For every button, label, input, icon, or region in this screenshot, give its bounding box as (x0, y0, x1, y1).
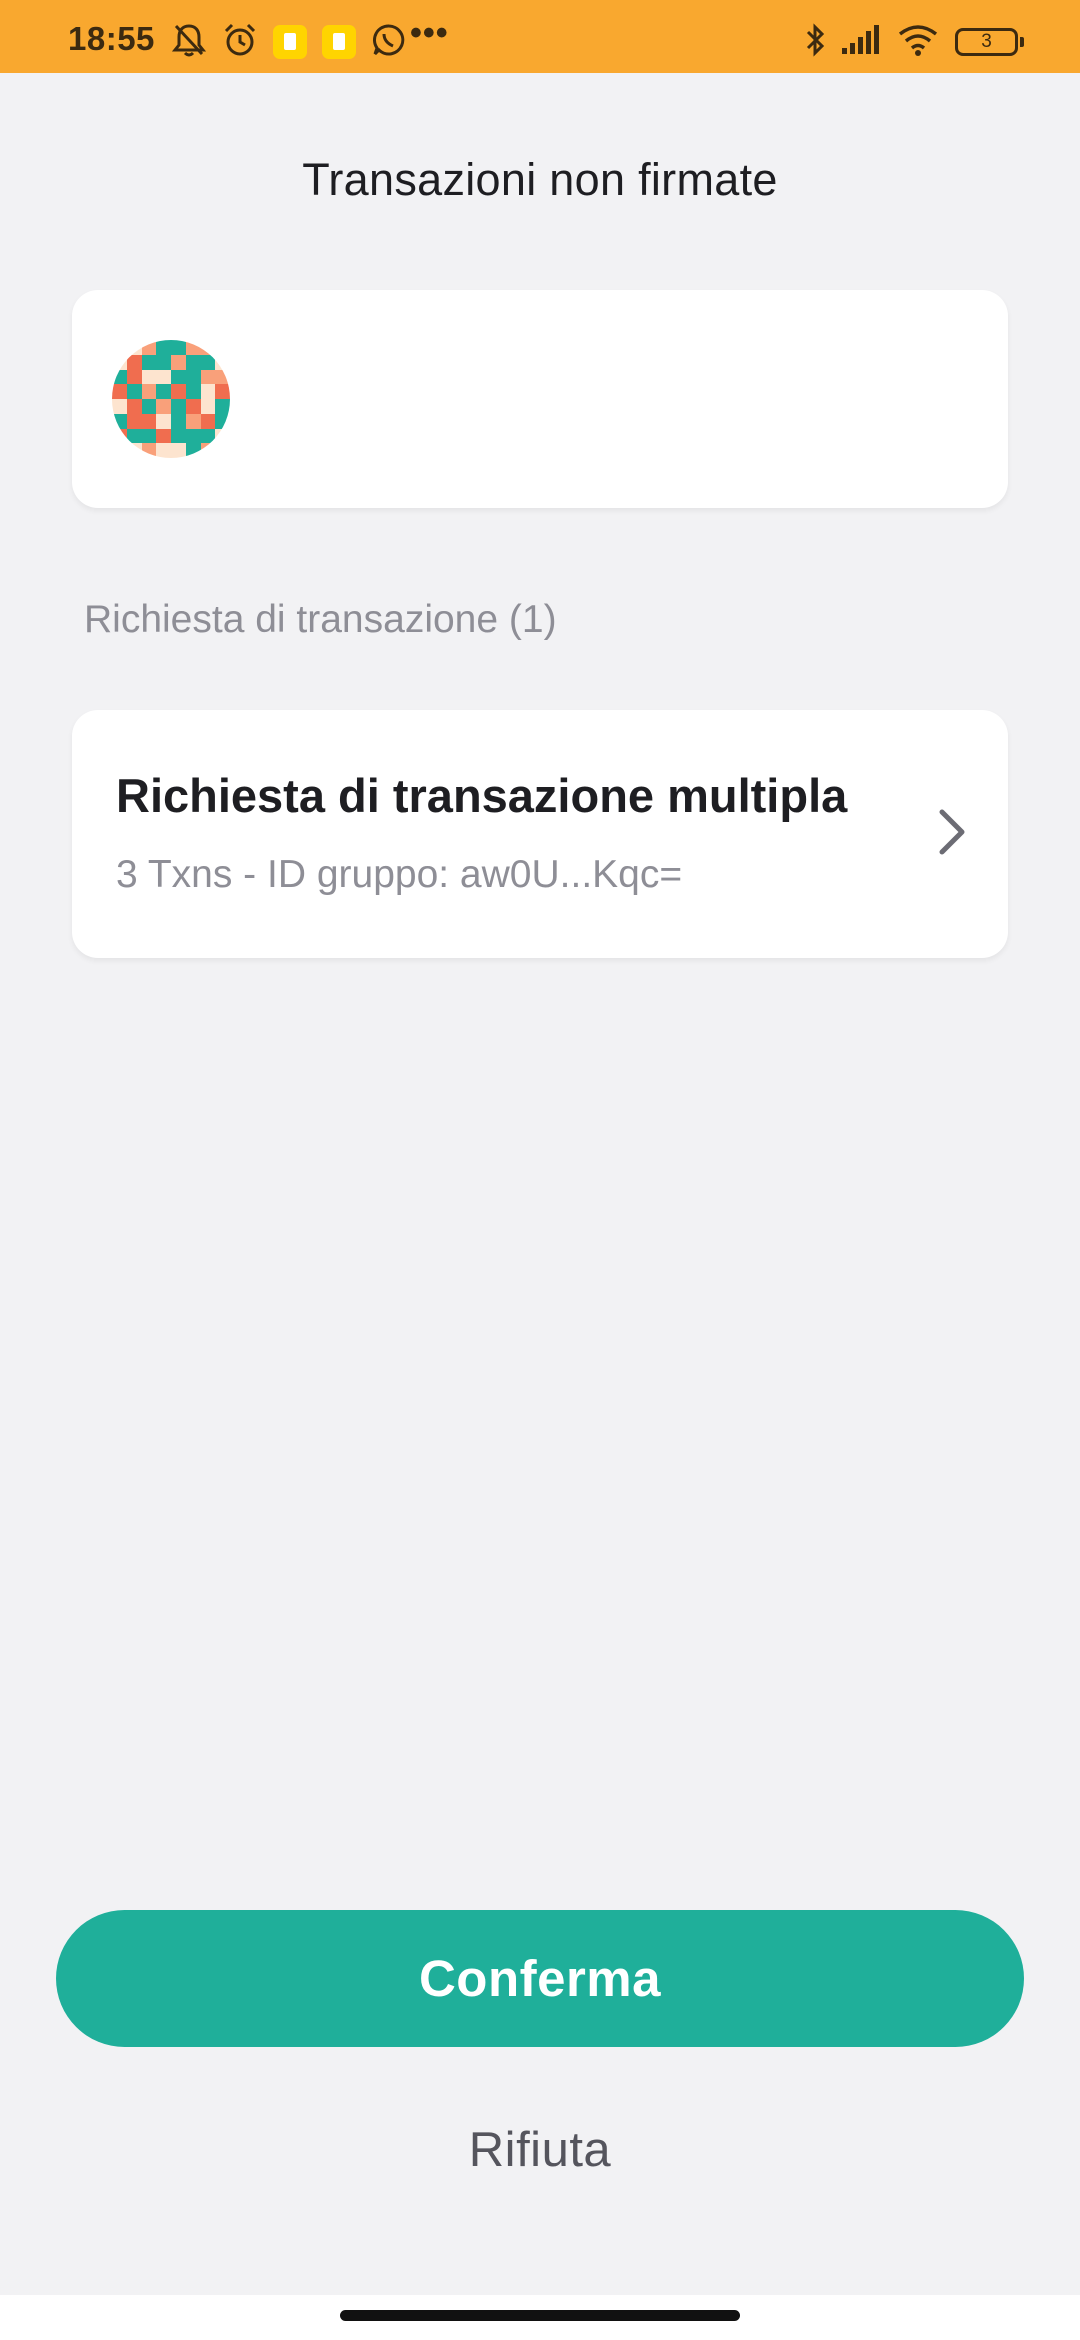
confirm-button[interactable]: Conferma (56, 1910, 1024, 2047)
bell-off-icon (172, 24, 206, 57)
transaction-request-subtitle: 3 Txns - ID gruppo: aw0U...Kqc= (116, 853, 683, 896)
avatar-cell (112, 413, 127, 429)
avatar-cell (141, 340, 157, 355)
avatar-cell (185, 413, 201, 429)
avatar-cell (171, 413, 186, 429)
avatar-cell (171, 443, 186, 458)
app-notification-icon (322, 25, 356, 59)
avatar-cell (200, 428, 216, 444)
avatar-cell (215, 443, 230, 458)
avatar-cell (156, 369, 171, 385)
avatar-cell (141, 428, 157, 444)
avatar-cell (156, 443, 171, 458)
avatar-cell (215, 369, 230, 385)
more-notifications-icon: ••• (410, 14, 449, 52)
avatar-cell (185, 399, 201, 414)
avatar-cell (185, 369, 201, 385)
avatar-cell (171, 369, 186, 385)
avatar-cell (185, 443, 201, 458)
avatar-cell (112, 443, 127, 458)
avatar-cell (215, 340, 230, 355)
avatar-cell (126, 443, 142, 458)
avatar-cell (200, 443, 216, 458)
avatar-cell (126, 413, 142, 429)
avatar-cell (185, 340, 201, 355)
avatar-cell (141, 413, 157, 429)
status-time: 18:55 (68, 20, 155, 57)
avatar-cell (112, 340, 127, 355)
avatar-cell (141, 354, 157, 370)
account-card (72, 290, 1008, 508)
avatar-cell (141, 443, 157, 458)
avatar-cell (112, 428, 127, 444)
avatar-cell (156, 399, 171, 414)
transaction-request-title: Richiesta di transazione multipla (116, 769, 848, 822)
avatar-cell (200, 413, 216, 429)
avatar-cell (200, 384, 216, 399)
reject-button[interactable]: Rifiuta (340, 2110, 740, 2190)
alarm-icon (224, 23, 256, 56)
avatar-cell (156, 384, 171, 399)
identicon-avatar (112, 340, 230, 458)
avatar-cell (112, 354, 127, 370)
avatar-cell (171, 384, 186, 399)
avatar-cell (171, 340, 186, 355)
whatsapp-icon (373, 24, 405, 56)
avatar-cell (126, 384, 142, 399)
avatar-cell (112, 384, 127, 399)
avatar-cell (126, 369, 142, 385)
avatar-cell (200, 354, 216, 370)
avatar-cell (200, 399, 216, 414)
avatar-cell (185, 428, 201, 444)
avatar-cell (112, 399, 127, 414)
avatar-cell (141, 369, 157, 385)
avatar-cell (171, 428, 186, 444)
avatar-cell (185, 354, 201, 370)
avatar-cell (215, 384, 230, 399)
avatar-cell (156, 354, 171, 370)
wifi-icon (898, 25, 938, 56)
page-title: Transazioni non firmate (302, 154, 778, 206)
avatar-cell (126, 354, 142, 370)
avatar-cell (185, 384, 201, 399)
transaction-request-item[interactable]: Richiesta di transazione multipla 3 Txns… (72, 710, 1008, 958)
status-bar: 18:55 ••• 3 (0, 0, 1080, 73)
avatar-cell (215, 354, 230, 370)
battery-icon: 3 (955, 28, 1024, 56)
avatar-cell (156, 428, 171, 444)
avatar-cell (215, 399, 230, 414)
avatar-cell (215, 413, 230, 429)
chevron-right-icon (939, 809, 965, 855)
avatar-cell (215, 428, 230, 444)
avatar-cell (141, 384, 157, 399)
avatar-cell (126, 399, 142, 414)
avatar-cell (171, 354, 186, 370)
avatar-cell (156, 413, 171, 429)
avatar-cell (112, 369, 127, 385)
bluetooth-icon (806, 23, 825, 57)
avatar-cell (200, 340, 216, 355)
avatar-cell (156, 340, 171, 355)
app-notification-icon (273, 25, 307, 59)
avatar-cell (126, 428, 142, 444)
avatar-cell (141, 399, 157, 414)
avatar-cell (200, 369, 216, 385)
avatar-cell (126, 340, 142, 355)
section-label: Richiesta di transazione (1) (84, 598, 557, 641)
home-indicator[interactable] (340, 2310, 740, 2321)
signal-icon (842, 25, 879, 54)
avatar-cell (171, 399, 186, 414)
